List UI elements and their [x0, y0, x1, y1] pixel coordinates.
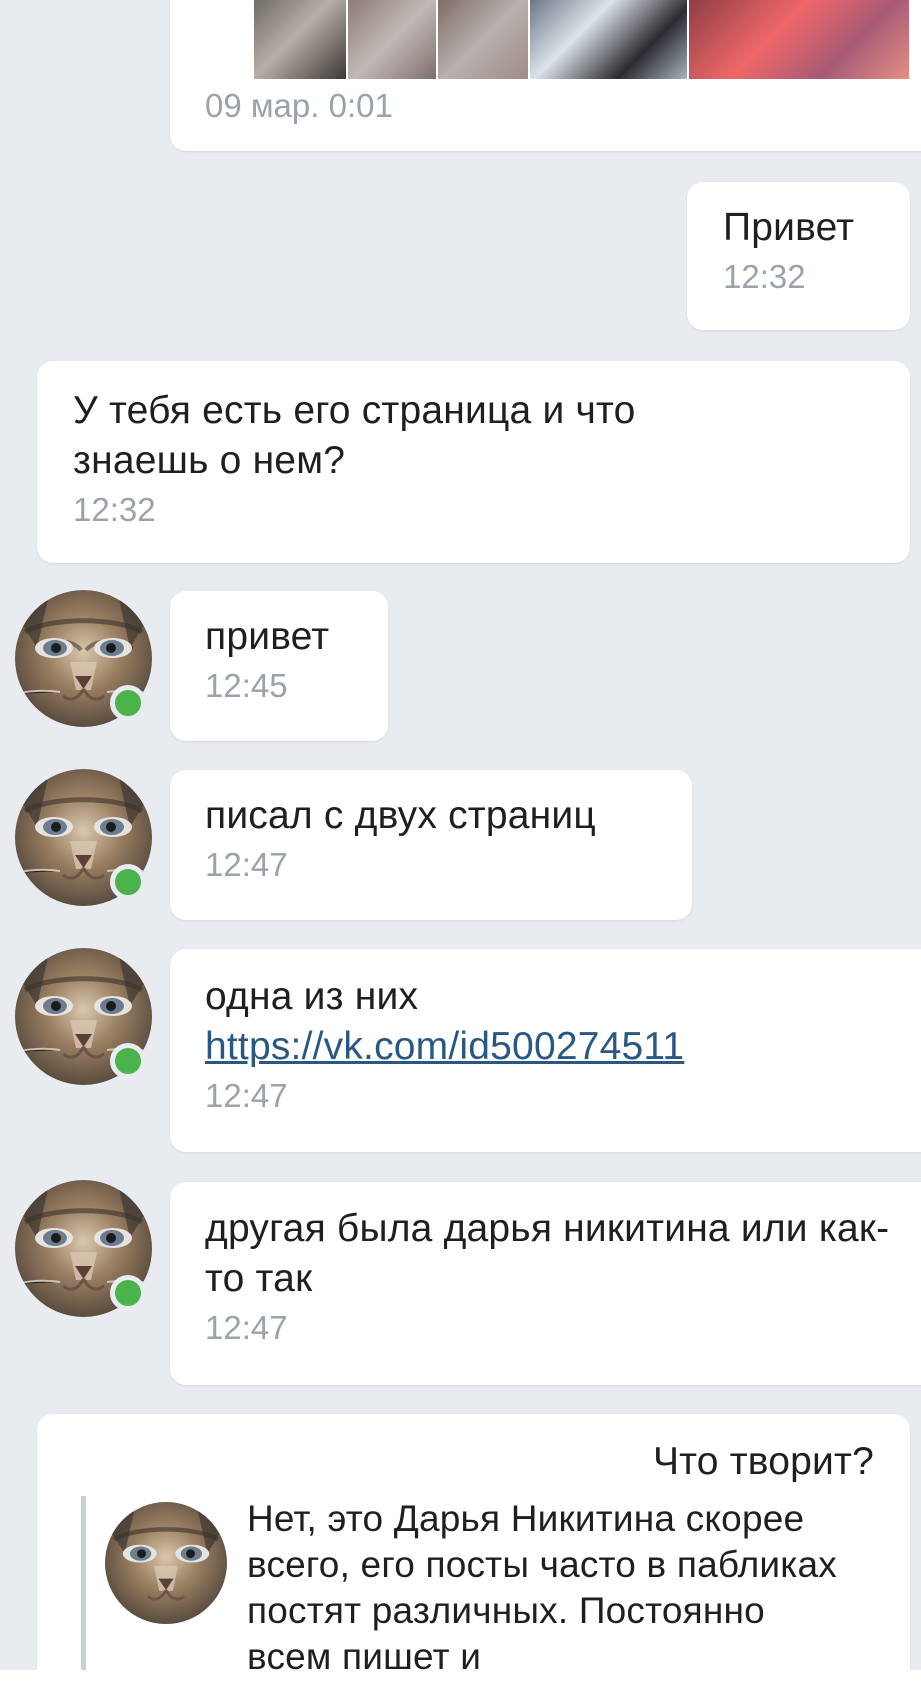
message-time: 09 мар. 0:01 — [205, 87, 393, 124]
contact-avatar[interactable] — [15, 1180, 152, 1317]
message-time: 12:32 — [723, 258, 806, 295]
contact-avatar[interactable] — [15, 769, 152, 906]
message-time: 12:47 — [205, 1309, 288, 1346]
photo-thumbnail[interactable] — [689, 0, 909, 79]
message-time: 12:47 — [205, 1077, 288, 1114]
quote-bar — [81, 1496, 86, 1670]
online-indicator-icon — [110, 1275, 146, 1311]
message-time: 12:32 — [73, 491, 156, 528]
message-text: У тебя есть его страница и что знаешь о … — [73, 389, 636, 482]
message-text: привет — [205, 615, 330, 658]
message-history[interactable]: 09 мар. 0:01 Привет 12:32 У тебя есть ег… — [0, 0, 921, 1670]
photo-thumbnail[interactable] — [530, 0, 687, 79]
photo-message-bubble[interactable]: 09 мар. 0:01 — [170, 0, 921, 151]
quoted-author-avatar[interactable] — [105, 1502, 227, 1624]
photo-thumbnail[interactable] — [254, 0, 346, 79]
conversation-screen: 09 мар. 0:01 Привет 12:32 У тебя есть ег… — [0, 0, 921, 1697]
reply-text: Что творит? — [652, 1440, 874, 1483]
online-indicator-icon — [110, 1043, 146, 1079]
online-indicator-icon — [110, 685, 146, 721]
cat-avatar-icon — [105, 1502, 227, 1624]
incoming-message[interactable]: другая была дарья никитина или как-то та… — [170, 1182, 921, 1385]
message-text: писал с двух страниц — [205, 794, 596, 837]
contact-avatar[interactable] — [15, 590, 152, 727]
outgoing-message[interactable]: У тебя есть его страница и что знаешь о … — [37, 361, 910, 563]
outgoing-message[interactable]: Привет 12:32 — [687, 182, 910, 330]
profile-link[interactable]: https://vk.com/id500274511 — [205, 1022, 915, 1072]
message-text: Привет — [723, 206, 855, 249]
photo-thumbnail[interactable] — [438, 0, 528, 79]
message-time: 12:47 — [205, 846, 288, 883]
online-indicator-icon — [110, 864, 146, 900]
reply-message[interactable]: Что творит? Нет, это Дарья Никитина скор… — [37, 1414, 910, 1670]
incoming-message[interactable]: писал с двух страниц 12:47 — [170, 770, 692, 920]
quoted-message-text: Нет, это Дарья Никитина скорее всего, ег… — [247, 1498, 837, 1670]
message-text: одна из них — [205, 975, 419, 1018]
incoming-message[interactable]: привет 12:45 — [170, 591, 388, 741]
photo-attachments — [254, 0, 911, 79]
contact-avatar[interactable] — [15, 948, 152, 1085]
message-text: другая была дарья никитина или как-то та… — [205, 1207, 890, 1300]
message-time: 12:45 — [205, 667, 288, 704]
photo-thumbnail[interactable] — [348, 0, 436, 79]
incoming-message[interactable]: одна из них https://vk.com/id500274511 1… — [170, 949, 921, 1152]
